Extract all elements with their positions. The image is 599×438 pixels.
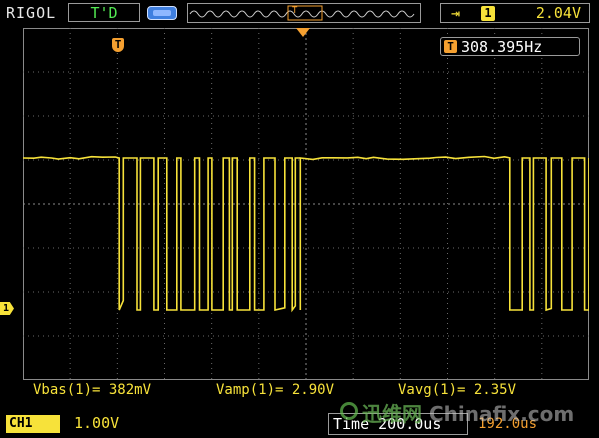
trigger-level: 2.04V: [535, 4, 581, 22]
frequency-readout: T 308.395Hz: [440, 37, 580, 56]
watermark-en: Chinafix.com: [428, 402, 575, 426]
channel-1-label: CH1: [9, 416, 33, 431]
channel-1-scale[interactable]: 1.00V: [74, 414, 119, 432]
channel-1-offset-marker[interactable]: 1: [0, 302, 14, 315]
brand-label: RIGOL: [6, 4, 57, 22]
trigger-marker-icon[interactable]: T: [112, 38, 124, 52]
memory-depth-icon[interactable]: [147, 6, 177, 20]
top-status-bar: RIGOL T'D T ⇥ 1 2.04V: [0, 0, 599, 27]
rising-edge-icon: ⇥: [451, 4, 461, 22]
measurement-vbase: Vbas(1)= 382mV: [33, 382, 152, 398]
svg-text:T: T: [292, 6, 298, 16]
waveform-svg: [22, 28, 590, 380]
watermark-cn: 迅维网: [362, 402, 422, 426]
watermark: 迅维网 Chinafix.com: [340, 398, 574, 427]
waveform-overview[interactable]: T: [187, 3, 421, 23]
frequency-value: 308.395Hz: [461, 38, 543, 56]
measurement-vamp: Vamp(1)= 2.90V: [216, 382, 335, 398]
scope-display[interactable]: [22, 28, 590, 380]
trigger-status: T'D: [68, 3, 140, 22]
channel-1-button[interactable]: CH1: [6, 415, 60, 433]
trigger-source-badge: 1: [481, 6, 495, 21]
trigger-settings[interactable]: ⇥ 1 2.04V: [440, 3, 590, 23]
frequency-counter-icon: T: [444, 40, 457, 53]
measurement-vavg: Vavg(1)= 2.35V: [398, 382, 517, 398]
trigger-position-marker-icon[interactable]: [296, 28, 310, 37]
